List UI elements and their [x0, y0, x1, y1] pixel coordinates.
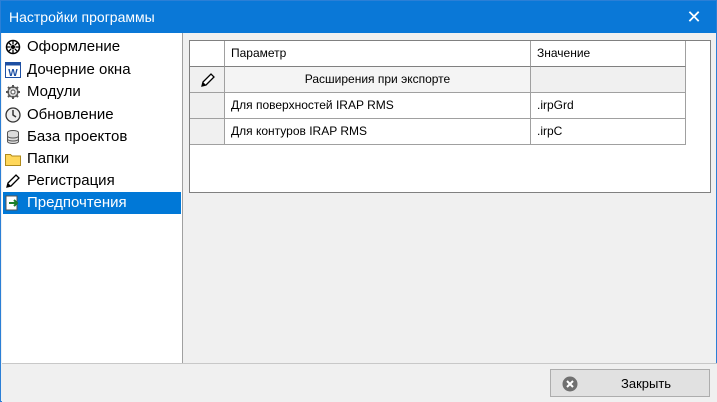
sidebar-item-folders[interactable]: Папки [3, 148, 181, 170]
sidebar-item-appearance[interactable]: Оформление [3, 36, 181, 58]
row-header-cell[interactable] [190, 119, 225, 145]
word-window-icon: W [5, 62, 21, 78]
gear-icon [6, 85, 20, 99]
sidebar-item-label: Предпочтения [27, 194, 127, 211]
sidebar-item-registration[interactable]: Регистрация [3, 170, 181, 192]
parameter-cell[interactable]: Для поверхностей IRAP RMS [225, 93, 531, 119]
column-header-value[interactable]: Значение [531, 41, 686, 67]
row-header-corner [190, 41, 225, 67]
sidebar-item-project-database[interactable]: База проектов [3, 126, 181, 148]
preferences-panel: Параметр Значение Расширения при экспорт… [183, 33, 716, 363]
sidebar-item-label: Папки [27, 150, 70, 167]
palette-gear-icon [5, 39, 21, 55]
database-icon [7, 130, 19, 145]
preferences-grid: Параметр Значение Расширения при экспорт… [189, 40, 711, 193]
pencil-icon [201, 73, 215, 87]
sidebar-item-modules[interactable]: Модули [3, 81, 181, 103]
settings-window: Настройки программы ✕ Оформление W Дочер… [0, 0, 717, 402]
svg-text:W: W [8, 68, 18, 78]
value-cell[interactable]: .irpC [531, 119, 686, 145]
clock-icon [5, 107, 21, 123]
pencil-icon [6, 174, 20, 188]
footer-bar: Закрыть [2, 363, 717, 402]
close-button-label: Закрыть [621, 376, 672, 391]
sidebar-item-updates[interactable]: Обновление [3, 104, 181, 126]
sidebar-item-label: Модули [27, 83, 81, 100]
sidebar-item-label: Обновление [27, 106, 114, 123]
sidebar-item-preferences[interactable]: Предпочтения [3, 192, 181, 214]
sidebar-item-label: Регистрация [27, 172, 115, 189]
sidebar-item-label: База проектов [27, 128, 128, 145]
title-bar: Настройки программы ✕ [1, 1, 716, 33]
folder-icon [5, 154, 21, 166]
close-window-button[interactable]: ✕ [680, 6, 708, 28]
sidebar-item-label: Оформление [27, 38, 121, 55]
group-label-cell: Расширения при экспорте [225, 67, 531, 93]
close-button[interactable]: Закрыть [550, 369, 710, 397]
sidebar-item-child-windows[interactable]: W Дочерние окна [3, 59, 181, 81]
close-circle-icon [562, 376, 578, 392]
sidebar-item-label: Дочерние окна [27, 61, 131, 78]
row-header-cell[interactable] [190, 67, 225, 93]
settings-category-list: Оформление W Дочерние окна Модули Обновл… [2, 33, 183, 363]
window-title: Настройки программы [9, 9, 155, 25]
row-header-cell[interactable] [190, 93, 225, 119]
value-cell[interactable]: .irpGrd [531, 93, 686, 119]
arrow-page-icon [5, 195, 19, 211]
parameter-cell[interactable]: Для контуров IRAP RMS [225, 119, 531, 145]
group-value-cell [531, 67, 686, 93]
column-header-parameter[interactable]: Параметр [225, 41, 531, 67]
